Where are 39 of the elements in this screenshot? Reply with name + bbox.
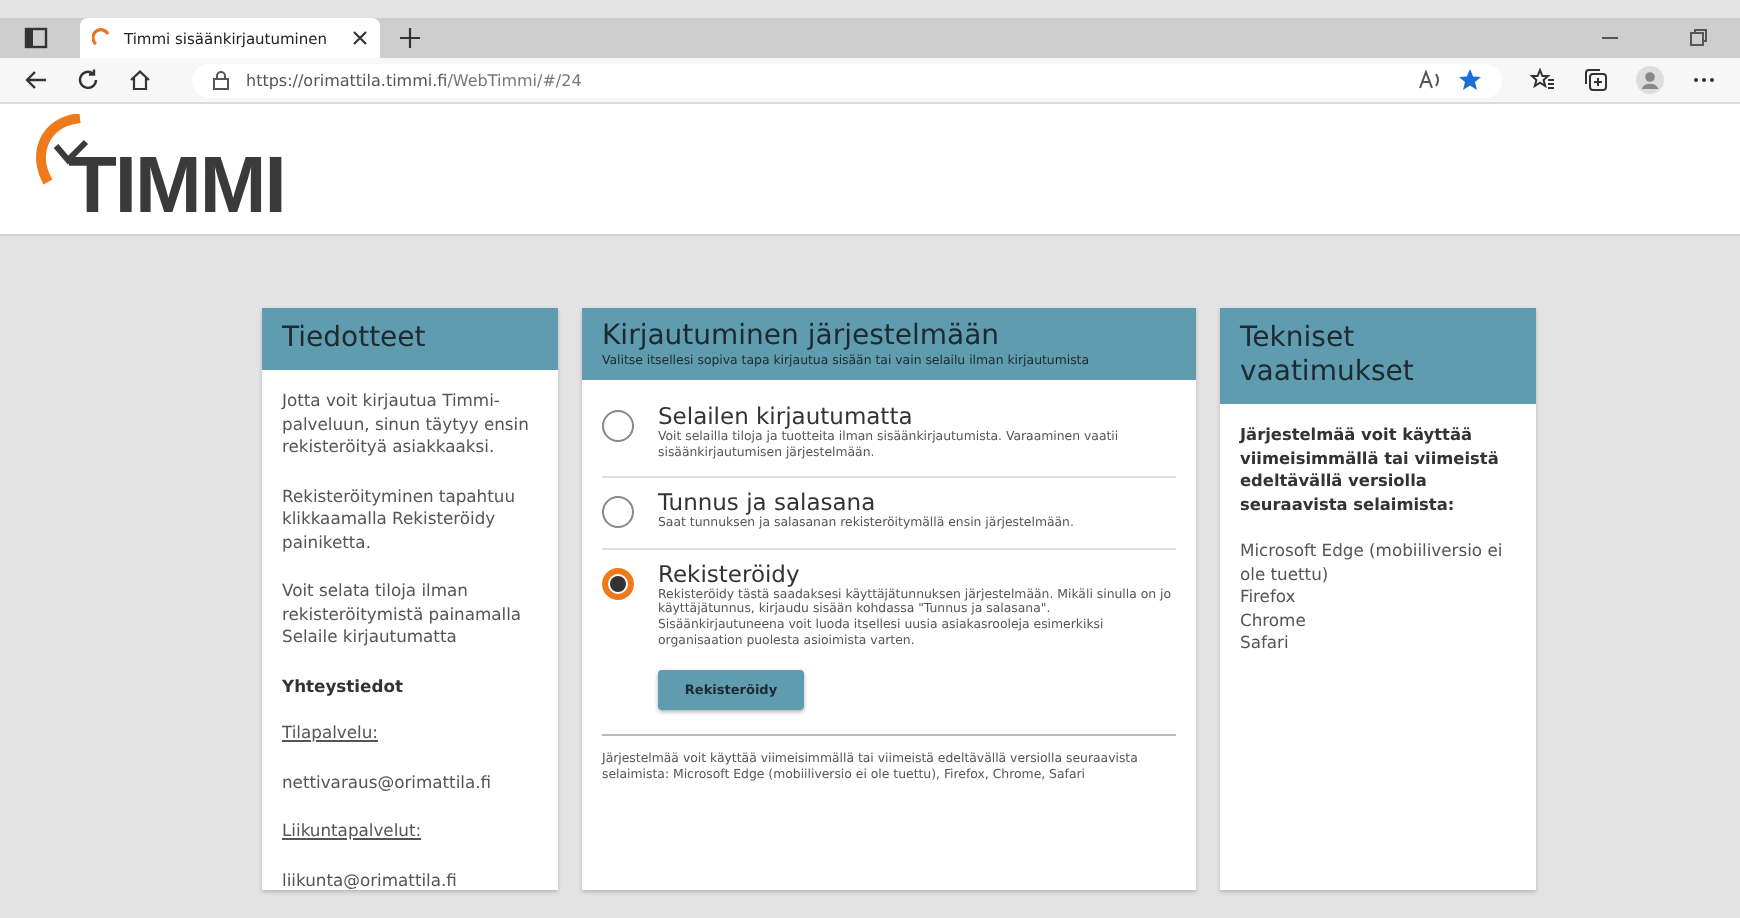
card-title: Kirjautuminen järjestelmään [602,318,1002,354]
star-icon[interactable] [1458,68,1482,92]
reload-icon[interactable] [76,68,100,92]
contact-link[interactable]: Tilapalvelu: [282,722,538,745]
logo-text: TIMMI [68,146,285,226]
browser-name: Chrome [1240,609,1308,632]
lock-icon [212,70,230,90]
news-text: nettivaraus@orimattila.fi [282,771,494,794]
profile-icon[interactable] [1636,66,1664,94]
contact-link[interactable]: Liikuntapalvelut: [282,820,538,843]
radio-button[interactable] [602,496,634,529]
news-text: Jotta voit kirjautua Timmi-palveluun, sinun täytyy ensin rekisteröityä asiakkaaksi. [282,390,531,459]
home-icon[interactable] [128,68,152,92]
radio-button[interactable] [602,567,634,600]
browser-name: Microsoft Edge (mobiiliversio ei ole tuettu) [1240,540,1505,586]
back-icon[interactable] [24,68,48,92]
radio-button[interactable] [602,410,634,442]
option-title[interactable]: Selailen kirjautumatta [658,402,1176,430]
tab-actions-icon[interactable] [24,26,48,50]
address-field[interactable]: https://orimattila.timmi.fi/WebTimmi/#/24 [192,63,1502,97]
restore-icon[interactable] [1688,28,1708,48]
new-tab-icon[interactable] [400,28,420,48]
collections-icon[interactable] [1584,68,1608,92]
favorites-icon[interactable] [1530,68,1556,92]
news-text: liikunta@orimattila.fi [282,869,459,892]
news-text: Rekisteröityminen tapahtuu klikkaamalla Rekisteröidy painiketta. [282,485,518,554]
favicon-icon [92,28,112,48]
close-icon[interactable] [352,30,368,46]
more-icon[interactable] [1692,76,1716,84]
card-title: Tekniset vaatimukset [1220,308,1536,404]
requirements-text: Järjestelmää voit käyttää viimeisimmällä tai viimeistä edeltävällä versiolla seuraavista selaimista: [1240,424,1501,516]
contact-heading: Yhteystiedot [282,675,405,698]
browser-name: Safari [1240,632,1291,655]
card-title: Tiedotteet [262,308,558,370]
option-title[interactable]: Tunnus ja salasana [658,488,1074,517]
read-aloud-icon[interactable] [1418,70,1442,90]
option-title[interactable]: Rekisteröidy [658,559,1176,588]
news-text: Voit selata tiloja ilman rekisteröitymistä painamalla Selaile kirjautumatta [282,580,524,649]
browser-name: Firefox [1240,586,1298,609]
